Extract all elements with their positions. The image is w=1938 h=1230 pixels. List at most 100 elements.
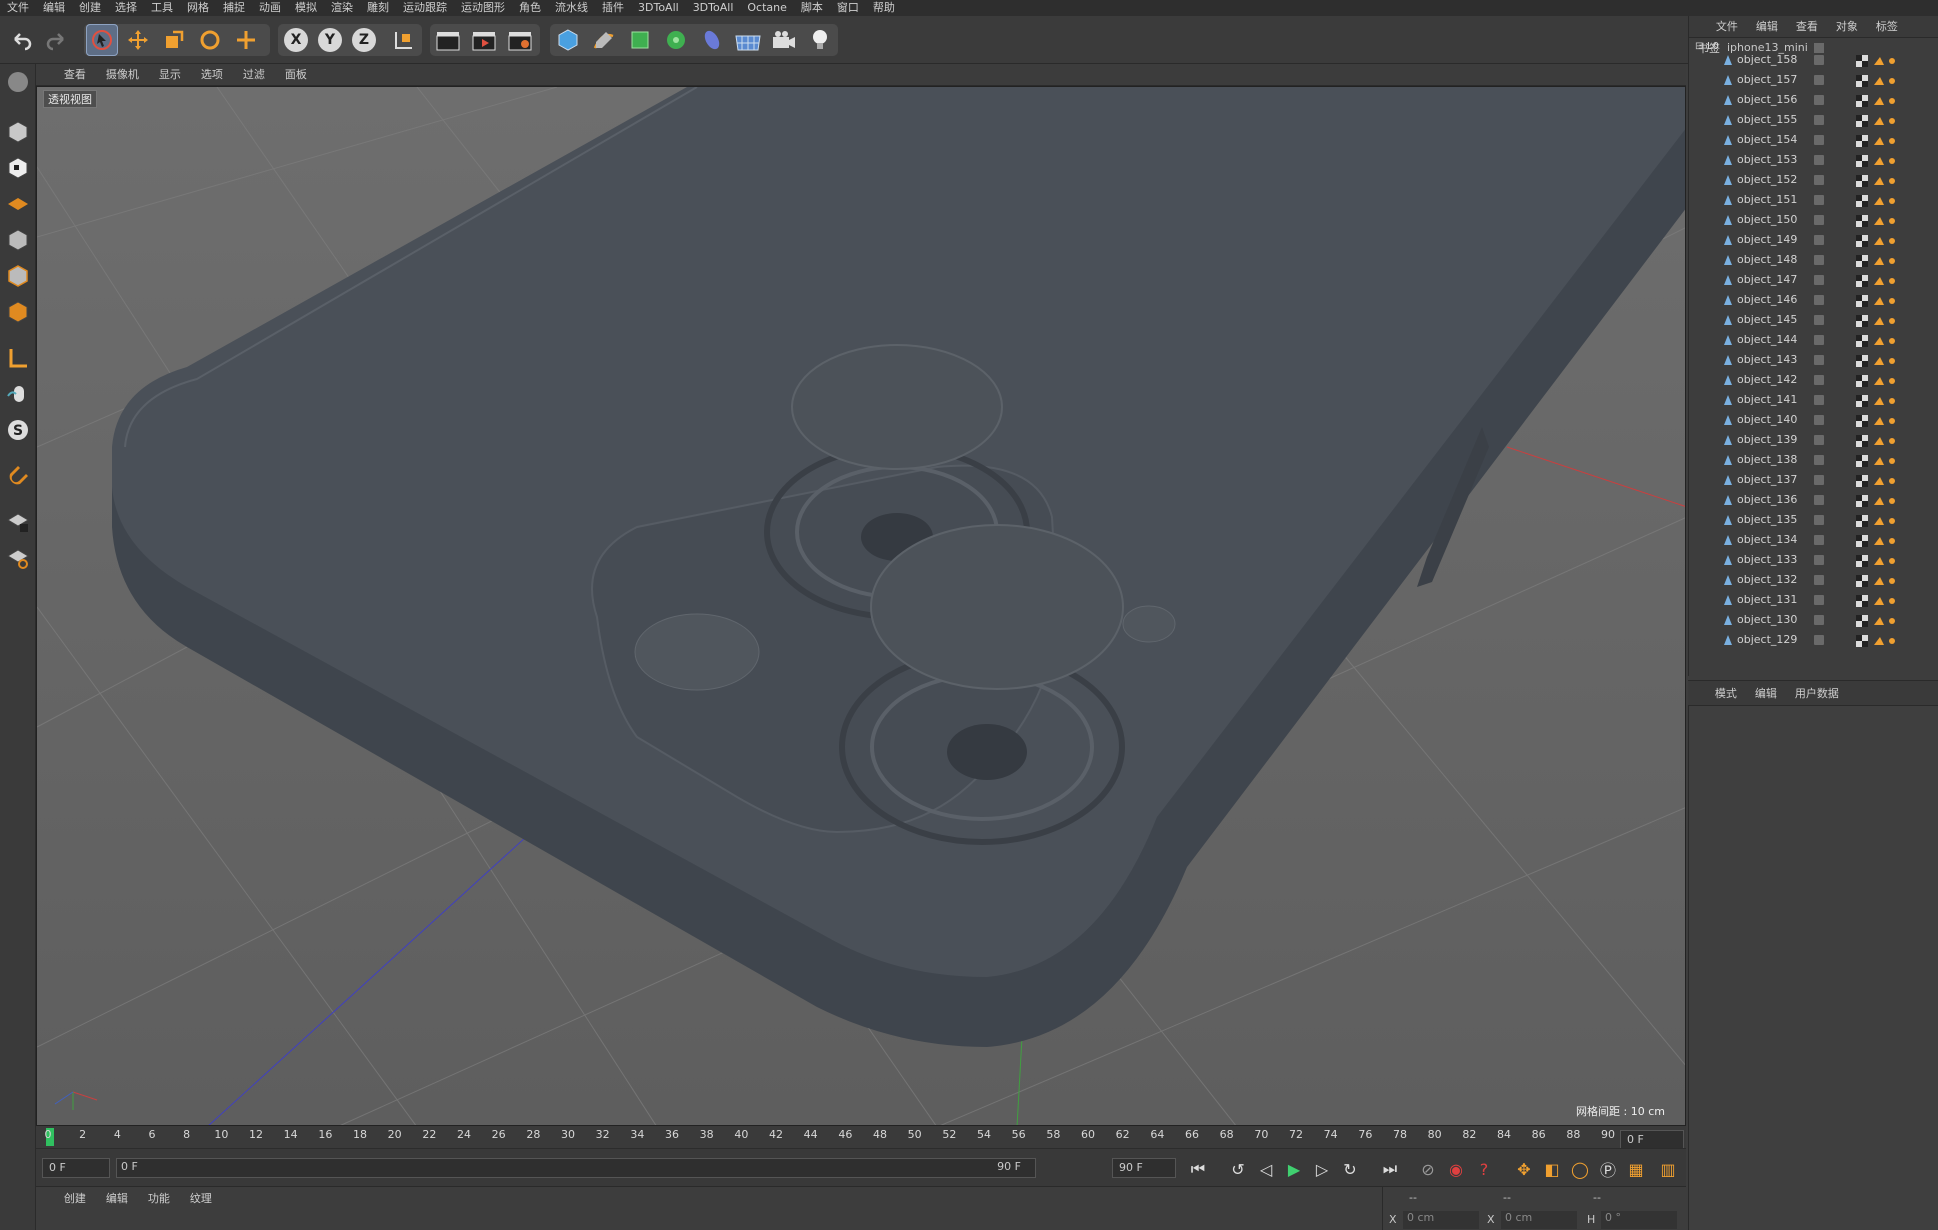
go-to-end-button[interactable]: ⏭ [1378,1158,1402,1180]
menu-item-2[interactable]: 创建 [72,0,108,16]
axis-mode-button[interactable] [4,344,32,372]
object-row[interactable]: object_134 [1689,530,1938,550]
visibility-toggle[interactable] [1814,215,1824,225]
visibility-toggle[interactable] [1814,435,1824,445]
material-menu-item-1[interactable]: 编辑 [96,1187,138,1211]
scale-tool-button[interactable] [158,24,190,56]
rotate-tool-button[interactable] [194,24,226,56]
record-disabled-button[interactable]: ⊘ [1416,1158,1440,1180]
material-menu-item-2[interactable]: 功能 [138,1187,180,1211]
object-row[interactable]: object_142 [1689,370,1938,390]
menu-item-20[interactable]: 窗口 [830,0,866,16]
visibility-toggle[interactable] [1814,575,1824,585]
visibility-toggle[interactable] [1814,475,1824,485]
timeline-ruler[interactable]: 0 2 4 6 8 10 12 14 16 18 20 22 24 26 28 30 32 34 36 38 40 42 4… [36,1126,1686,1148]
go-to-start-button[interactable]: ⏮ [1186,1158,1210,1180]
menu-item-1[interactable]: 编辑 [36,0,72,16]
object-row[interactable]: object_133 [1689,550,1938,570]
visibility-toggle[interactable] [1814,515,1824,525]
object-row[interactable]: object_130 [1689,610,1938,630]
viewport-menu-item-3[interactable]: 选项 [191,64,233,86]
attribute-menu-item-1[interactable]: 编辑 [1746,681,1786,707]
visibility-toggle[interactable] [1814,275,1824,285]
tweak-mode-button[interactable] [4,380,32,408]
edges-mode-button[interactable] [4,262,32,290]
object-menu-item-4[interactable]: 标签 [1867,16,1907,38]
cube-primitive-button[interactable] [552,24,584,56]
key-pla-button[interactable]: ▦ [1624,1158,1648,1180]
visibility-toggle[interactable] [1814,295,1824,305]
object-row[interactable]: object_140 [1689,410,1938,430]
visibility-toggle[interactable] [1814,635,1824,645]
visibility-toggle[interactable] [1814,115,1824,125]
menu-item-17[interactable]: 3DToAll [686,0,741,16]
visibility-toggle[interactable] [1814,375,1824,385]
next-key-button[interactable]: ↻ [1338,1158,1362,1180]
object-row[interactable]: object_136 [1689,490,1938,510]
menu-item-11[interactable]: 运动跟踪 [396,0,454,16]
visibility-toggle[interactable] [1814,95,1824,105]
coordinate-system-button[interactable] [388,24,420,56]
visibility-toggle[interactable] [1814,75,1824,85]
attribute-menu-item-0[interactable]: 模式 [1706,681,1746,707]
visibility-toggle[interactable] [1814,395,1824,405]
viewport-menu-item-4[interactable]: 过滤 [233,64,275,86]
rot-h-field[interactable]: 0 ° [1601,1211,1677,1229]
visibility-toggle[interactable] [1814,255,1824,265]
menu-item-21[interactable]: 帮助 [866,0,902,16]
object-row[interactable]: object_141 [1689,390,1938,410]
object-row[interactable]: object_144 [1689,330,1938,350]
axis-z-button[interactable]: Z [348,24,380,56]
object-row[interactable]: object_150 [1689,210,1938,230]
current-frame-field[interactable]: 0 F [1620,1130,1684,1150]
key-parameter-button[interactable]: Ⓟ [1596,1158,1620,1180]
spline-pen-button[interactable] [588,24,620,56]
perspective-viewport[interactable]: 透视视图 网格间距 : 10 cm ✥ ⇣ ⟲ ▢ [36,86,1686,1126]
object-row[interactable]: object_157 [1689,70,1938,90]
visibility-toggle[interactable] [1814,455,1824,465]
size-x-field[interactable]: 0 cm [1501,1211,1577,1229]
transform-tool-button[interactable] [230,24,262,56]
visibility-toggle[interactable] [1814,315,1824,325]
menu-item-9[interactable]: 渲染 [324,0,360,16]
object-menu-item-3[interactable]: 对象 [1827,16,1867,38]
viewport-menu-item-5[interactable]: 面板 [275,64,317,86]
workplane-mode-button[interactable] [4,190,32,218]
object-row[interactable]: object_137 [1689,470,1938,490]
menu-item-10[interactable]: 雕刻 [360,0,396,16]
prev-key-button[interactable]: ↺ [1226,1158,1250,1180]
object-row[interactable]: object_151 [1689,190,1938,210]
pos-x-field[interactable]: 0 cm [1403,1211,1479,1229]
visibility-toggle[interactable] [1814,495,1824,505]
object-row[interactable]: object_155 [1689,110,1938,130]
model-mode-button[interactable] [4,118,32,146]
menu-item-5[interactable]: 网格 [180,0,216,16]
floor-button[interactable] [732,24,764,56]
object-row[interactable]: object_152 [1689,170,1938,190]
attribute-menu-item-2[interactable]: 用户数据 [1786,681,1848,707]
visibility-toggle[interactable] [1814,415,1824,425]
lock-workplane-button[interactable] [4,508,32,536]
menu-item-8[interactable]: 模拟 [288,0,324,16]
object-row[interactable]: object_146 [1689,290,1938,310]
texture-mode-button[interactable] [4,154,32,182]
object-tags[interactable] [1856,634,1916,654]
object-row[interactable]: object_131 [1689,590,1938,610]
viewport-menu-item-1[interactable]: 摄像机 [96,64,149,86]
object-row[interactable]: object_129 [1689,630,1938,650]
object-row[interactable]: object_145 [1689,310,1938,330]
points-mode-button[interactable] [4,226,32,254]
menu-item-7[interactable]: 动画 [252,0,288,16]
visibility-toggle[interactable] [1814,155,1824,165]
object-row[interactable]: object_154 [1689,130,1938,150]
render-settings-button[interactable] [504,24,536,56]
object-row[interactable]: object_149 [1689,230,1938,250]
snap-button[interactable]: S [4,416,32,444]
autokey-button[interactable]: ? [1472,1158,1496,1180]
key-rotation-button[interactable]: ◯ [1568,1158,1592,1180]
object-row[interactable]: object_148 [1689,250,1938,270]
visibility-toggle[interactable] [1814,335,1824,345]
viewport-menu-item-0[interactable]: 查看 [54,64,96,86]
visibility-toggle[interactable] [1814,555,1824,565]
menu-item-0[interactable]: 文件 [0,0,36,16]
